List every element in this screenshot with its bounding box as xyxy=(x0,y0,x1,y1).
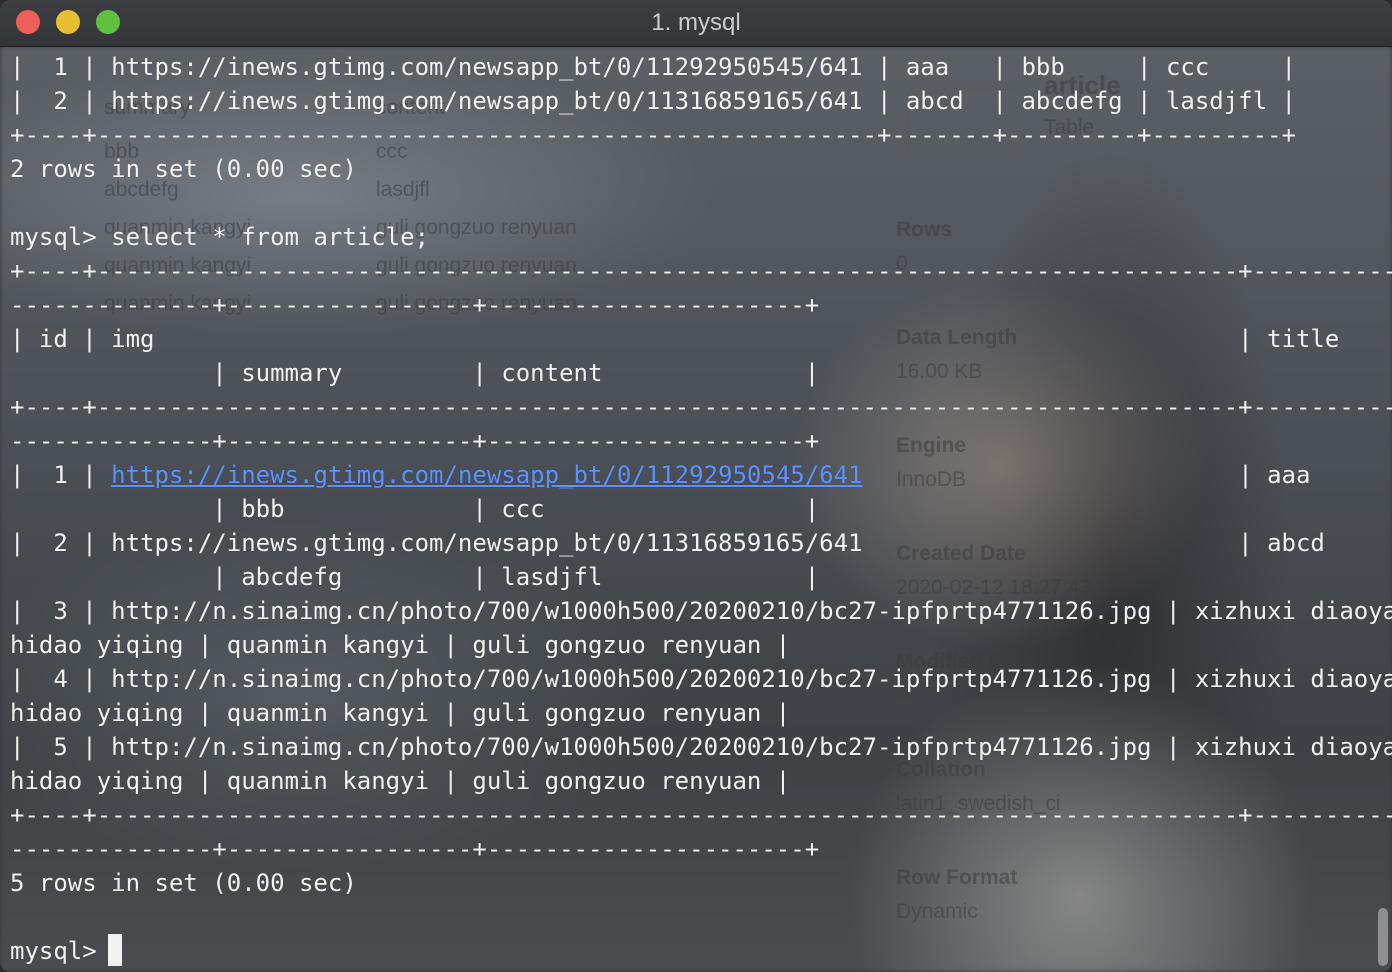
terminal-line: | 2 | https://inews.gtimg.com/newsapp_bt… xyxy=(10,87,1296,115)
terminal-line: hidao yiqing | quanmin kangyi | guli gon… xyxy=(10,699,791,727)
terminal-line: --------------+-----------------+-------… xyxy=(10,291,820,319)
title-bar[interactable]: 1. mysql xyxy=(0,0,1392,47)
text-cursor xyxy=(108,934,122,966)
terminal-line: --------------+-----------------+-------… xyxy=(10,835,820,863)
url-link[interactable]: https://inews.gtimg.com/newsapp_bt/0/112… xyxy=(111,461,862,489)
terminal-line: +----+----------------------------------… xyxy=(10,801,1392,829)
terminal-line: | 2 | https://inews.gtimg.com/newsapp_bt… xyxy=(10,529,1325,557)
terminal-line: | bbb | ccc | xyxy=(10,495,820,523)
terminal-line: | 5 | http://n.sinaimg.cn/photo/700/w100… xyxy=(10,733,1392,761)
terminal-window: article Table summary content bbb ccc ab… xyxy=(0,0,1392,972)
terminal-line: mysql> select * from article; xyxy=(10,223,430,251)
terminal-line: +----+----------------------------------… xyxy=(10,257,1392,285)
terminal-line: | summary | content | xyxy=(10,359,820,387)
terminal-line: +----+----------------------------------… xyxy=(10,393,1392,421)
window-title: 1. mysql xyxy=(651,9,741,36)
terminal-line: hidao yiqing | quanmin kangyi | guli gon… xyxy=(10,631,791,659)
terminal-line: | abcdefg | lasdjfl | xyxy=(10,563,820,591)
terminal-line-with-link: | 1 | https://inews.gtimg.com/newsapp_bt… xyxy=(10,458,1310,492)
terminal-line: 5 rows in set (0.00 sec) xyxy=(10,869,357,897)
terminal-line: | id | img | title xyxy=(10,325,1340,353)
line-suffix: | aaa xyxy=(862,461,1311,489)
terminal-line: | 4 | http://n.sinaimg.cn/photo/700/w100… xyxy=(10,665,1392,693)
terminal-line: --------------+-----------------+-------… xyxy=(10,427,820,455)
terminal-line: hidao yiqing | quanmin kangyi | guli gon… xyxy=(10,767,791,795)
command-prompt[interactable]: mysql> xyxy=(10,934,111,968)
terminal-line: | 1 | https://inews.gtimg.com/newsapp_bt… xyxy=(10,53,1296,81)
terminal-line: 2 rows in set (0.00 sec) xyxy=(10,155,357,183)
terminal-output[interactable]: | 1 | https://inews.gtimg.com/newsapp_bt… xyxy=(0,46,1392,972)
terminal-line: | 3 | http://n.sinaimg.cn/photo/700/w100… xyxy=(10,597,1392,625)
line-prefix: | 1 | xyxy=(10,461,112,489)
terminal-line: +----+----------------------------------… xyxy=(10,121,1296,149)
scrollbar[interactable] xyxy=(1378,908,1388,966)
